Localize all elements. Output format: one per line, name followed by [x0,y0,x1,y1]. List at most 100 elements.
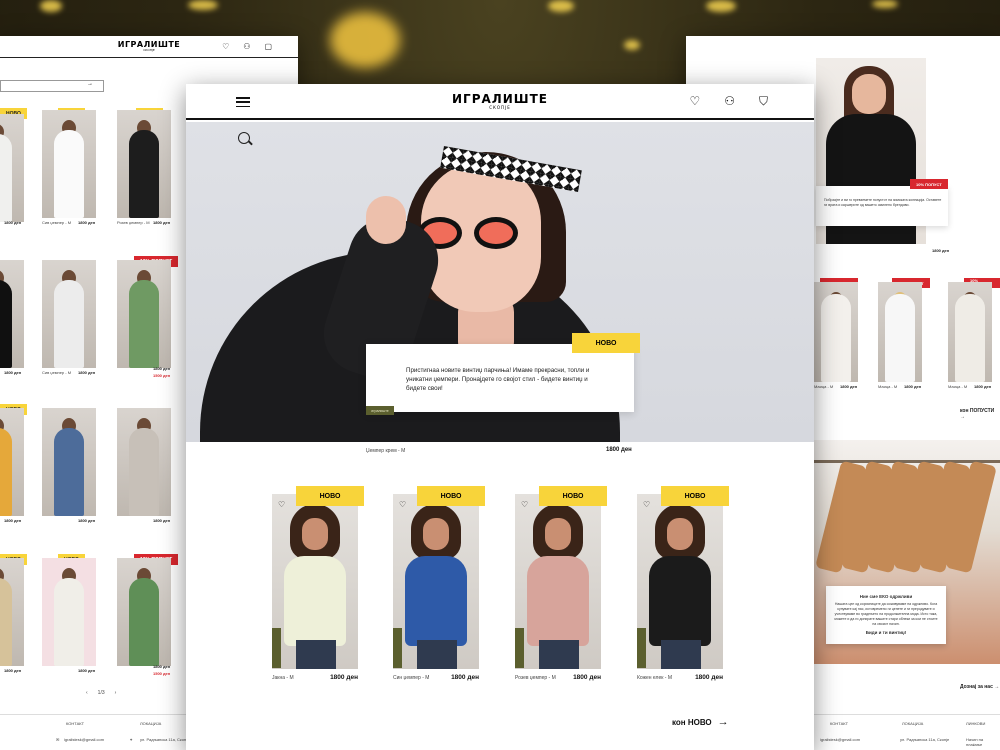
product-thumb[interactable] [42,558,96,666]
product-thumb[interactable] [0,260,24,368]
footer-address: ул. Радњанска 11а, Скопје [900,737,950,742]
brand-strip [393,628,402,668]
product-thumb[interactable] [948,282,992,382]
product-thumb[interactable] [0,114,24,222]
menu-icon[interactable] [236,97,250,107]
product-price: 1800 ден [78,220,96,225]
bag-icon[interactable]: ▢ [264,42,272,51]
product-image[interactable]: ♡ [272,494,358,669]
search-icon[interactable] [238,132,250,144]
product-price: 1800 ден [4,518,22,523]
prev-page-icon[interactable]: ‹ [86,690,88,696]
product-price: 1800 ден [153,518,171,523]
footer-contact-heading: КОНТАКТ [66,721,85,726]
footer-location-heading: ЛОКАЦИЈА [902,721,924,726]
promo-text: Побрзајте и ви го превземете попустот на… [824,198,942,207]
footer-email[interactable]: igralistesk@gmail.com [820,737,860,742]
bokeh-light [706,0,736,12]
product-caption: Маица - М [948,384,968,389]
product-thumb[interactable] [42,110,96,218]
hero-brand-tag: игралиште [366,406,394,415]
heart-icon[interactable]: ♡ [399,500,406,509]
heart-icon[interactable]: ♡ [521,500,528,509]
product-price: 1800 ден [4,220,22,225]
product-thumb[interactable] [42,408,96,516]
product-caption: Розев џемпер - М [515,675,556,681]
product-card[interactable]: ♡ Розев џемпер - М 1800 ден [515,494,601,681]
product-caption: Син џемпер - М [393,675,430,681]
header-icons: ♡ ⚇ ⛉ [689,95,768,107]
page-indicator: 1/3 [97,690,105,696]
brand-strip [272,628,281,668]
footer-address: ул. Радњанска 11а, Скопје [140,737,190,742]
product-thumb[interactable] [117,558,171,666]
promo-price: 1800 ден [932,248,950,253]
product-price: 1800 ден [78,668,96,673]
hero-photo-hand [366,196,406,244]
product-card[interactable]: ♡ Син џемпер - М 1800 ден [393,494,479,681]
site-logo[interactable]: ИГРАЛИШТЕ СКОПЈЕ [452,93,548,110]
heart-icon[interactable]: ♡ [643,500,650,509]
footer-contact-heading: КОНТАКТ [830,721,849,726]
product-thumb[interactable] [0,558,24,666]
footer-email[interactable]: igralistesk@gmail.com [64,737,104,742]
heart-icon[interactable]: ♡ [689,95,700,107]
bokeh-light [624,40,640,50]
product-price: 1800 ден [573,674,601,681]
bokeh-light [40,0,62,12]
product-thumb[interactable] [117,110,171,218]
user-icon[interactable]: ⚇ [724,95,735,107]
eco-text: Нашата цел од корисниците да соживуваме … [834,602,938,626]
footer-terms-link[interactable]: Начин на плаќање [966,737,1000,747]
product-image[interactable]: ♡ [393,494,479,669]
promo-card: Побрзајте и ви го превземете попустот на… [816,186,948,226]
left-logo[interactable]: ИГРАЛИШТЕ СКОПЈЕ [118,41,181,52]
product-caption: Јакна - М [272,675,294,681]
product-price: 1800 ден [78,518,96,523]
user-icon[interactable]: ⚇ [243,42,250,51]
hero-price: 1800 ден [606,447,632,453]
product-price: 1800 ден [4,668,22,673]
product-price: 1800 ден [4,370,22,375]
next-page-icon[interactable]: › [115,690,117,696]
product-thumb[interactable] [814,282,858,382]
product-thumb[interactable] [878,282,922,382]
product-price: 1800 ден [904,384,922,389]
about-link[interactable]: Дознај за нас → [960,684,999,690]
product-image[interactable]: ♡ [637,494,723,669]
product-thumb[interactable] [42,260,96,368]
left-header: ИГРАЛИШТЕ СКОПЈЕ ♡ ⚇ ▢ [0,36,298,58]
footer-links-heading: ЛИНКОВИ [966,721,986,726]
heart-icon[interactable]: ♡ [222,42,229,51]
bag-icon[interactable]: ⛉ [759,95,768,107]
product-price: 1800 ден [840,384,858,389]
eco-title: Ние сме ЕКО одржливи [859,594,913,599]
bokeh-light [188,0,218,10]
product-thumb[interactable] [117,408,171,516]
arrow-right-icon: → [717,716,729,728]
hero-text: Пристигнаа новите винтиџ парчиња! Имаме … [406,367,590,392]
new-badge: НОВО [661,486,729,506]
bokeh-light [548,0,574,12]
see-new-link[interactable]: кон НОВО → [672,716,729,728]
product-thumb[interactable] [0,408,24,516]
footer-location-heading: ЛОКАЦИЈА [140,721,162,726]
bokeh-light [330,12,400,68]
product-image[interactable]: ♡ [515,494,601,669]
product-price: 1800 ден [974,384,992,389]
pagination: ‹ 1/3 › [86,690,116,696]
promo-badge: 10% ПОПУСТ [910,179,948,189]
sale-link[interactable]: кон ПОПУСТИ → [960,408,1000,420]
product-card[interactable]: ♡ Кожен елек - М 1800 ден [637,494,723,681]
heart-icon[interactable]: ♡ [278,500,285,509]
filter-dropdown[interactable]: → [0,80,104,92]
hero-card: Пристигнаа новите винтиџ парчиња! Имаме … [366,344,634,412]
product-price: 1800 ден [695,674,723,681]
product-thumb[interactable] [117,260,171,368]
product-card[interactable]: ♡ Јакна - М 1800 ден [272,494,358,681]
product-caption: Розев џемпер - М [117,220,150,225]
product-caption: Маица - М [878,384,898,389]
product-caption: Маица - М [814,384,834,389]
product-price: 1800 ден [451,674,479,681]
site-header: ИГРАЛИШТЕ СКОПЈЕ ♡ ⚇ ⛉ [186,84,814,120]
